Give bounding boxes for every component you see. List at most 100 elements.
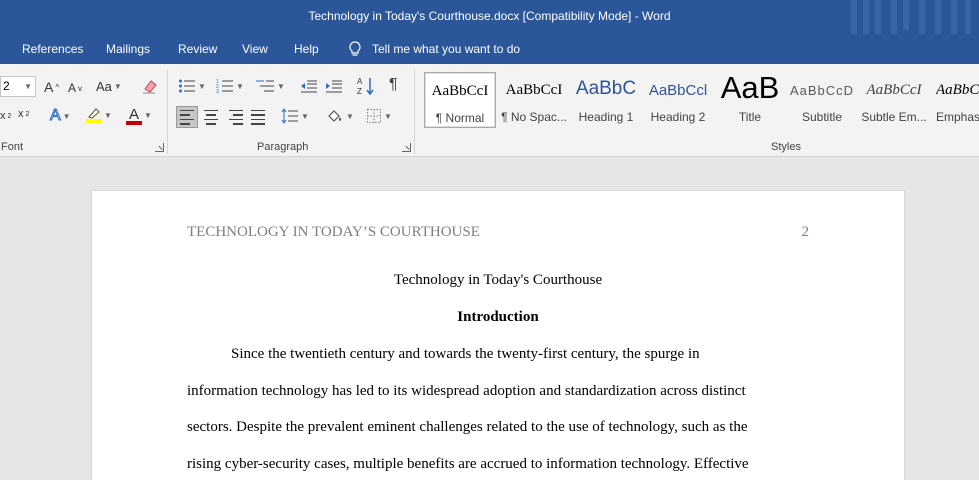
caret-down-icon: v [78,83,83,93]
increase-indent-button[interactable] [325,78,343,94]
section-heading: Introduction [457,309,539,325]
tab-references[interactable]: References [22,42,83,56]
superscript-button[interactable]: x2 [18,108,29,120]
style-title[interactable]: AaB Title [714,70,786,128]
chevron-down-icon: ▼ [277,81,285,91]
align-right-button[interactable] [224,106,246,128]
tell-me-search[interactable]: Tell me what you want to do [348,41,520,57]
tab-view[interactable]: View [242,42,268,56]
style-heading-1[interactable]: AaBbC Heading 1 [570,72,642,128]
eraser-icon [143,80,157,94]
style-name: ¶ No Spac... [501,110,567,124]
justify-button[interactable] [248,106,270,128]
bullets-button[interactable]: ▼ [178,78,206,94]
style-emphasis[interactable]: AaBbCc Emphas [930,72,979,128]
style-name: Subtle Em... [861,110,927,124]
multilevel-list-icon [256,80,274,92]
bullets-icon [179,79,195,93]
style-name: ¶ Normal [435,111,485,125]
clear-formatting-button[interactable] [141,77,159,95]
tab-mailings[interactable]: Mailings [106,42,150,56]
sort-button[interactable]: AZ [357,76,375,96]
font-color-button[interactable]: A ▼ [126,106,152,125]
style-sample: AaB [720,70,780,105]
superscript-label: x [18,108,24,120]
chevron-down-icon: ▼ [144,111,152,120]
pilcrow-icon: ¶ [389,76,398,93]
style-subtle-emphasis[interactable]: AaBbCcI Subtle Em... [858,72,930,128]
sort-icon: AZ [357,77,374,96]
text-effects-label: A [50,107,62,125]
style-subtitle[interactable]: AaBbCcD Subtitle [786,72,858,128]
numbering-icon: 123 [216,79,233,94]
grow-font-button[interactable]: A ^ [44,79,59,95]
group-separator [167,70,168,154]
chevron-down-icon: ▼ [384,111,392,121]
change-case-button[interactable]: Aa ▼ [96,79,122,94]
paragraph-dialog-launcher-icon[interactable] [402,143,411,152]
title-bar: Technology in Today's Courthouse.docx [C… [0,0,979,64]
paint-bucket-icon [328,110,341,122]
style-sample: AaBbC [575,78,637,99]
borders-icon [367,109,381,123]
style-sample: AaBbCcl [648,82,708,99]
style-no-spacing[interactable]: AaBbCcI ¶ No Spac... [498,72,570,128]
align-left-button[interactable] [176,106,198,128]
chevron-down-icon: ▼ [301,111,309,121]
text-effects-button[interactable]: A ▼ [50,107,71,125]
style-sample: AaBbCcI [505,82,563,98]
style-sample: AaBbCcI [431,83,489,99]
font-dialog-launcher-icon[interactable] [155,143,164,152]
paragraph-group-label: Paragraph [257,141,309,153]
line-spacing-button[interactable]: ▼ [281,108,309,124]
highlight-button[interactable]: ▼ [86,107,112,123]
font-size-combo[interactable]: 2 ▼ [0,76,36,97]
style-heading-2[interactable]: AaBbCcl Heading 2 [642,72,714,128]
tell-me-label: Tell me what you want to do [372,42,521,56]
ribbon-tabs: References Mailings Review View Help Tel… [0,34,979,64]
style-name: Heading 1 [578,110,634,124]
grow-font-label: A [44,79,54,95]
style-sample: AaBbCcD [789,83,855,98]
style-sample: AaBbCcI [866,82,922,98]
tab-help[interactable]: Help [294,42,319,56]
numbering-button[interactable]: 123 ▼ [216,78,244,94]
font-size-value: 2 [3,79,10,93]
style-name: Heading 2 [650,110,706,124]
line-spacing-icon [281,108,298,124]
svg-text:Z: Z [357,87,362,96]
paragraph-line: information technology has led to its wi… [187,383,746,399]
style-sample: AaBbCc [936,82,979,98]
align-center-button[interactable] [200,106,222,128]
chevron-down-icon: ▼ [236,81,244,91]
window-title: Technology in Today's Courthouse.docx [C… [308,9,671,23]
increase-indent-icon [326,80,342,93]
page-number: 2 [801,224,810,240]
decrease-indent-button[interactable] [300,78,318,94]
lightbulb-icon [348,41,362,57]
shrink-font-button[interactable]: Av [68,81,82,95]
chevron-down-icon: ▼ [346,111,354,121]
shrink-font-label: A [68,81,77,95]
superscript-mark: 2 [25,110,30,118]
show-formatting-button[interactable]: ¶ [389,76,398,94]
style-name: Title [738,110,762,124]
svg-text:A: A [357,77,363,86]
paragraph-line: Since the twentieth century and towards … [231,346,700,362]
tab-review[interactable]: Review [178,42,217,56]
borders-button[interactable]: ▼ [366,108,392,124]
chevron-down-icon: ▼ [24,82,32,91]
chevron-down-icon: ▼ [113,82,122,91]
ribbon: 2 ▼ A ^ Av Aa ▼ x2 x2 A ▼ ▼ A ▼ Font ▼ 1… [0,64,979,157]
subscript-button[interactable]: x2 [0,110,11,122]
styles-group-label: Styles [771,141,801,153]
chevron-down-icon: ▼ [104,110,112,120]
style-name: Emphas [936,110,979,124]
caret-up-icon: ^ [55,82,60,92]
multilevel-list-button[interactable]: ▼ [255,78,285,94]
change-case-label: Aa [96,79,112,94]
paragraph-line: sectors. Despite the prevalent eminent c… [187,419,748,435]
style-normal[interactable]: AaBbCcI ¶ Normal [424,72,496,128]
document-page[interactable]: TECHNOLOGY IN TODAY’S COURTHOUSE 2 Techn… [91,190,905,480]
shading-button[interactable]: ▼ [326,108,354,124]
